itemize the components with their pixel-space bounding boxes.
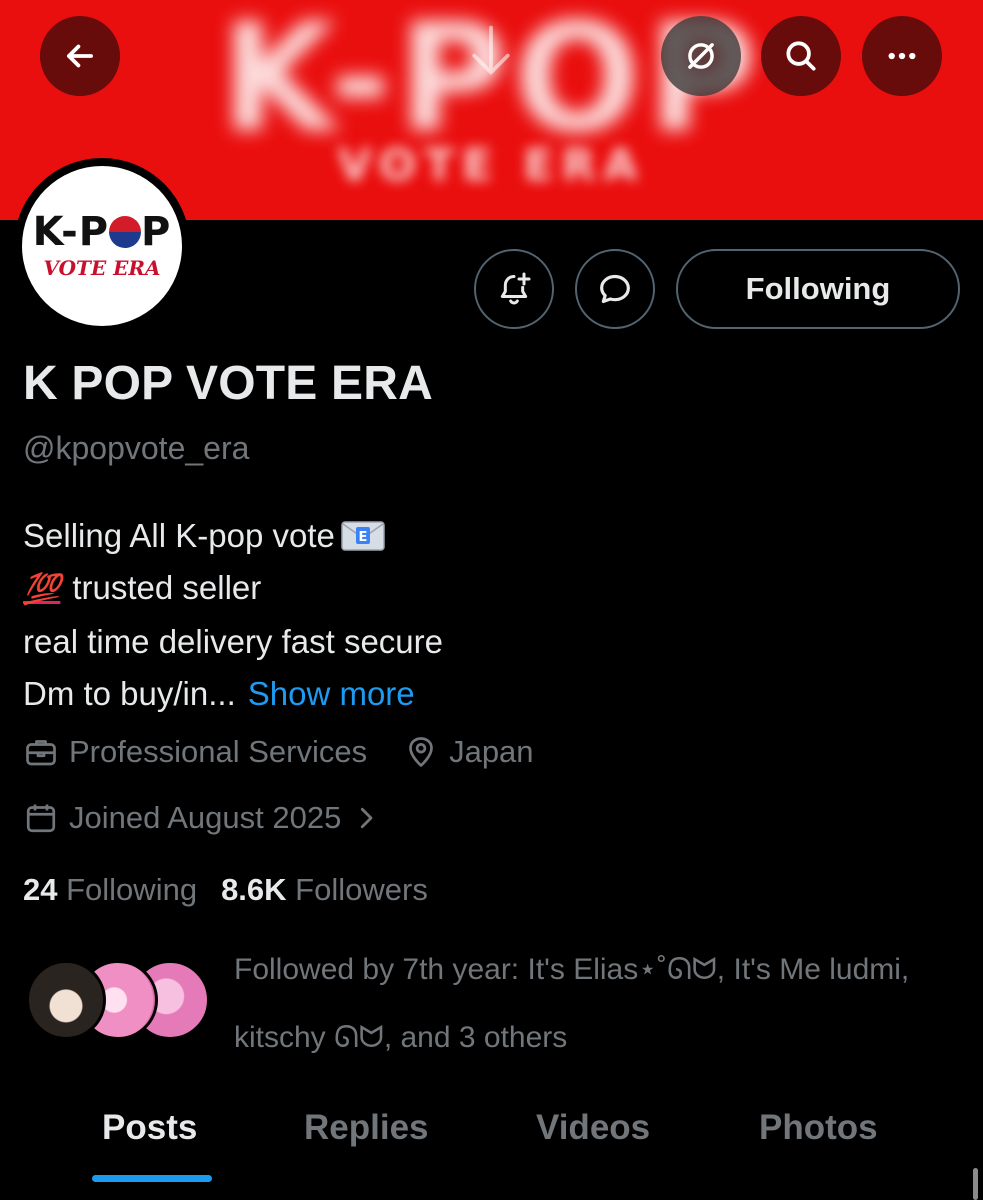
search-button[interactable] <box>761 16 841 96</box>
tab-videos[interactable]: Videos <box>536 1108 650 1148</box>
scrollbar[interactable] <box>973 1168 978 1200</box>
svg-text:E: E <box>358 530 367 545</box>
profile-meta-row-1: Professional Services Japan <box>23 734 534 770</box>
avatar-logo: K-P P VOTE ERA <box>22 166 182 326</box>
more-button[interactable] <box>862 16 942 96</box>
message-button[interactable] <box>575 249 655 329</box>
following-label: Following <box>66 872 198 907</box>
bio-line-4-text: Dm to buy/in... <box>23 675 236 712</box>
calendar-icon <box>26 804 56 833</box>
search-icon <box>786 41 816 71</box>
bio-line-2-text: trusted seller <box>72 569 262 606</box>
followed-by-text[interactable]: Followed by 7th year: It's Elias⋆˚ᘏᗢ, It… <box>234 936 954 1072</box>
show-more-link[interactable]: Show more <box>248 675 415 712</box>
arrow-down-icon <box>472 25 510 75</box>
avatar-logo-text-right: P <box>141 209 172 255</box>
following-count: 24 <box>23 872 58 907</box>
followers-count-link[interactable]: 8.6K Followers <box>221 872 428 907</box>
location-pin-icon <box>409 737 433 767</box>
tab-posts[interactable]: Posts <box>102 1108 197 1148</box>
followers-count: 8.6K <box>221 872 287 907</box>
joined-date: Joined August 2025 <box>69 800 342 835</box>
grok-button[interactable] <box>661 16 741 96</box>
notifications-button[interactable] <box>474 249 554 329</box>
briefcase-icon <box>26 740 56 766</box>
avatar-logo-subtitle: VOTE ERA <box>43 256 161 280</box>
active-tab-indicator <box>92 1175 212 1182</box>
following-count-link[interactable]: 24 Following <box>23 872 197 907</box>
more-horizontal-icon <box>888 52 916 60</box>
location: Japan <box>449 734 534 769</box>
mutual-follower-avatar <box>26 960 106 1040</box>
bio-line-1: Selling All K-pop vote E <box>23 510 963 562</box>
hundred-points-icon: 💯 <box>23 573 61 606</box>
tab-photos[interactable]: Photos <box>759 1108 878 1148</box>
bio-line-1-text: Selling All K-pop vote <box>23 517 335 554</box>
tab-replies[interactable]: Replies <box>304 1108 429 1148</box>
bell-plus-icon <box>500 272 531 305</box>
followers-label: Followers <box>295 872 428 907</box>
display-name: K POP VOTE ERA <box>23 357 434 410</box>
following-button[interactable]: Following <box>676 249 960 329</box>
professional-category: Professional Services <box>69 734 368 769</box>
taegeuk-icon <box>109 216 142 248</box>
bio: Selling All K-pop vote E 💯 trusted seller… <box>23 510 963 720</box>
chevron-right-icon <box>361 807 373 829</box>
bio-line-3: real time delivery fast secure <box>23 623 443 660</box>
avatar[interactable]: K-P P VOTE ERA <box>14 158 190 334</box>
bio-line-2: 💯 trusted seller <box>23 562 963 616</box>
back-button[interactable] <box>40 16 120 96</box>
avatar-logo-title: K-P P <box>33 212 172 252</box>
username-handle: @kpopvote_era <box>23 430 250 466</box>
chat-bubble-icon <box>600 274 630 304</box>
bio-line-4: Dm to buy/in... Show more <box>23 668 963 720</box>
profile-tabs: Posts Replies Videos Photos <box>0 1100 983 1200</box>
arrow-left-icon <box>67 44 93 68</box>
joined-date-row[interactable]: Joined August 2025 <box>23 800 391 836</box>
grok-icon <box>688 43 714 69</box>
e-mail-envelope-icon: E <box>341 521 385 551</box>
mutual-followers-avatars[interactable] <box>26 960 216 1042</box>
follow-stats: 24 Following 8.6K Followers <box>23 872 428 908</box>
avatar-logo-text-left: K-P <box>32 209 110 255</box>
